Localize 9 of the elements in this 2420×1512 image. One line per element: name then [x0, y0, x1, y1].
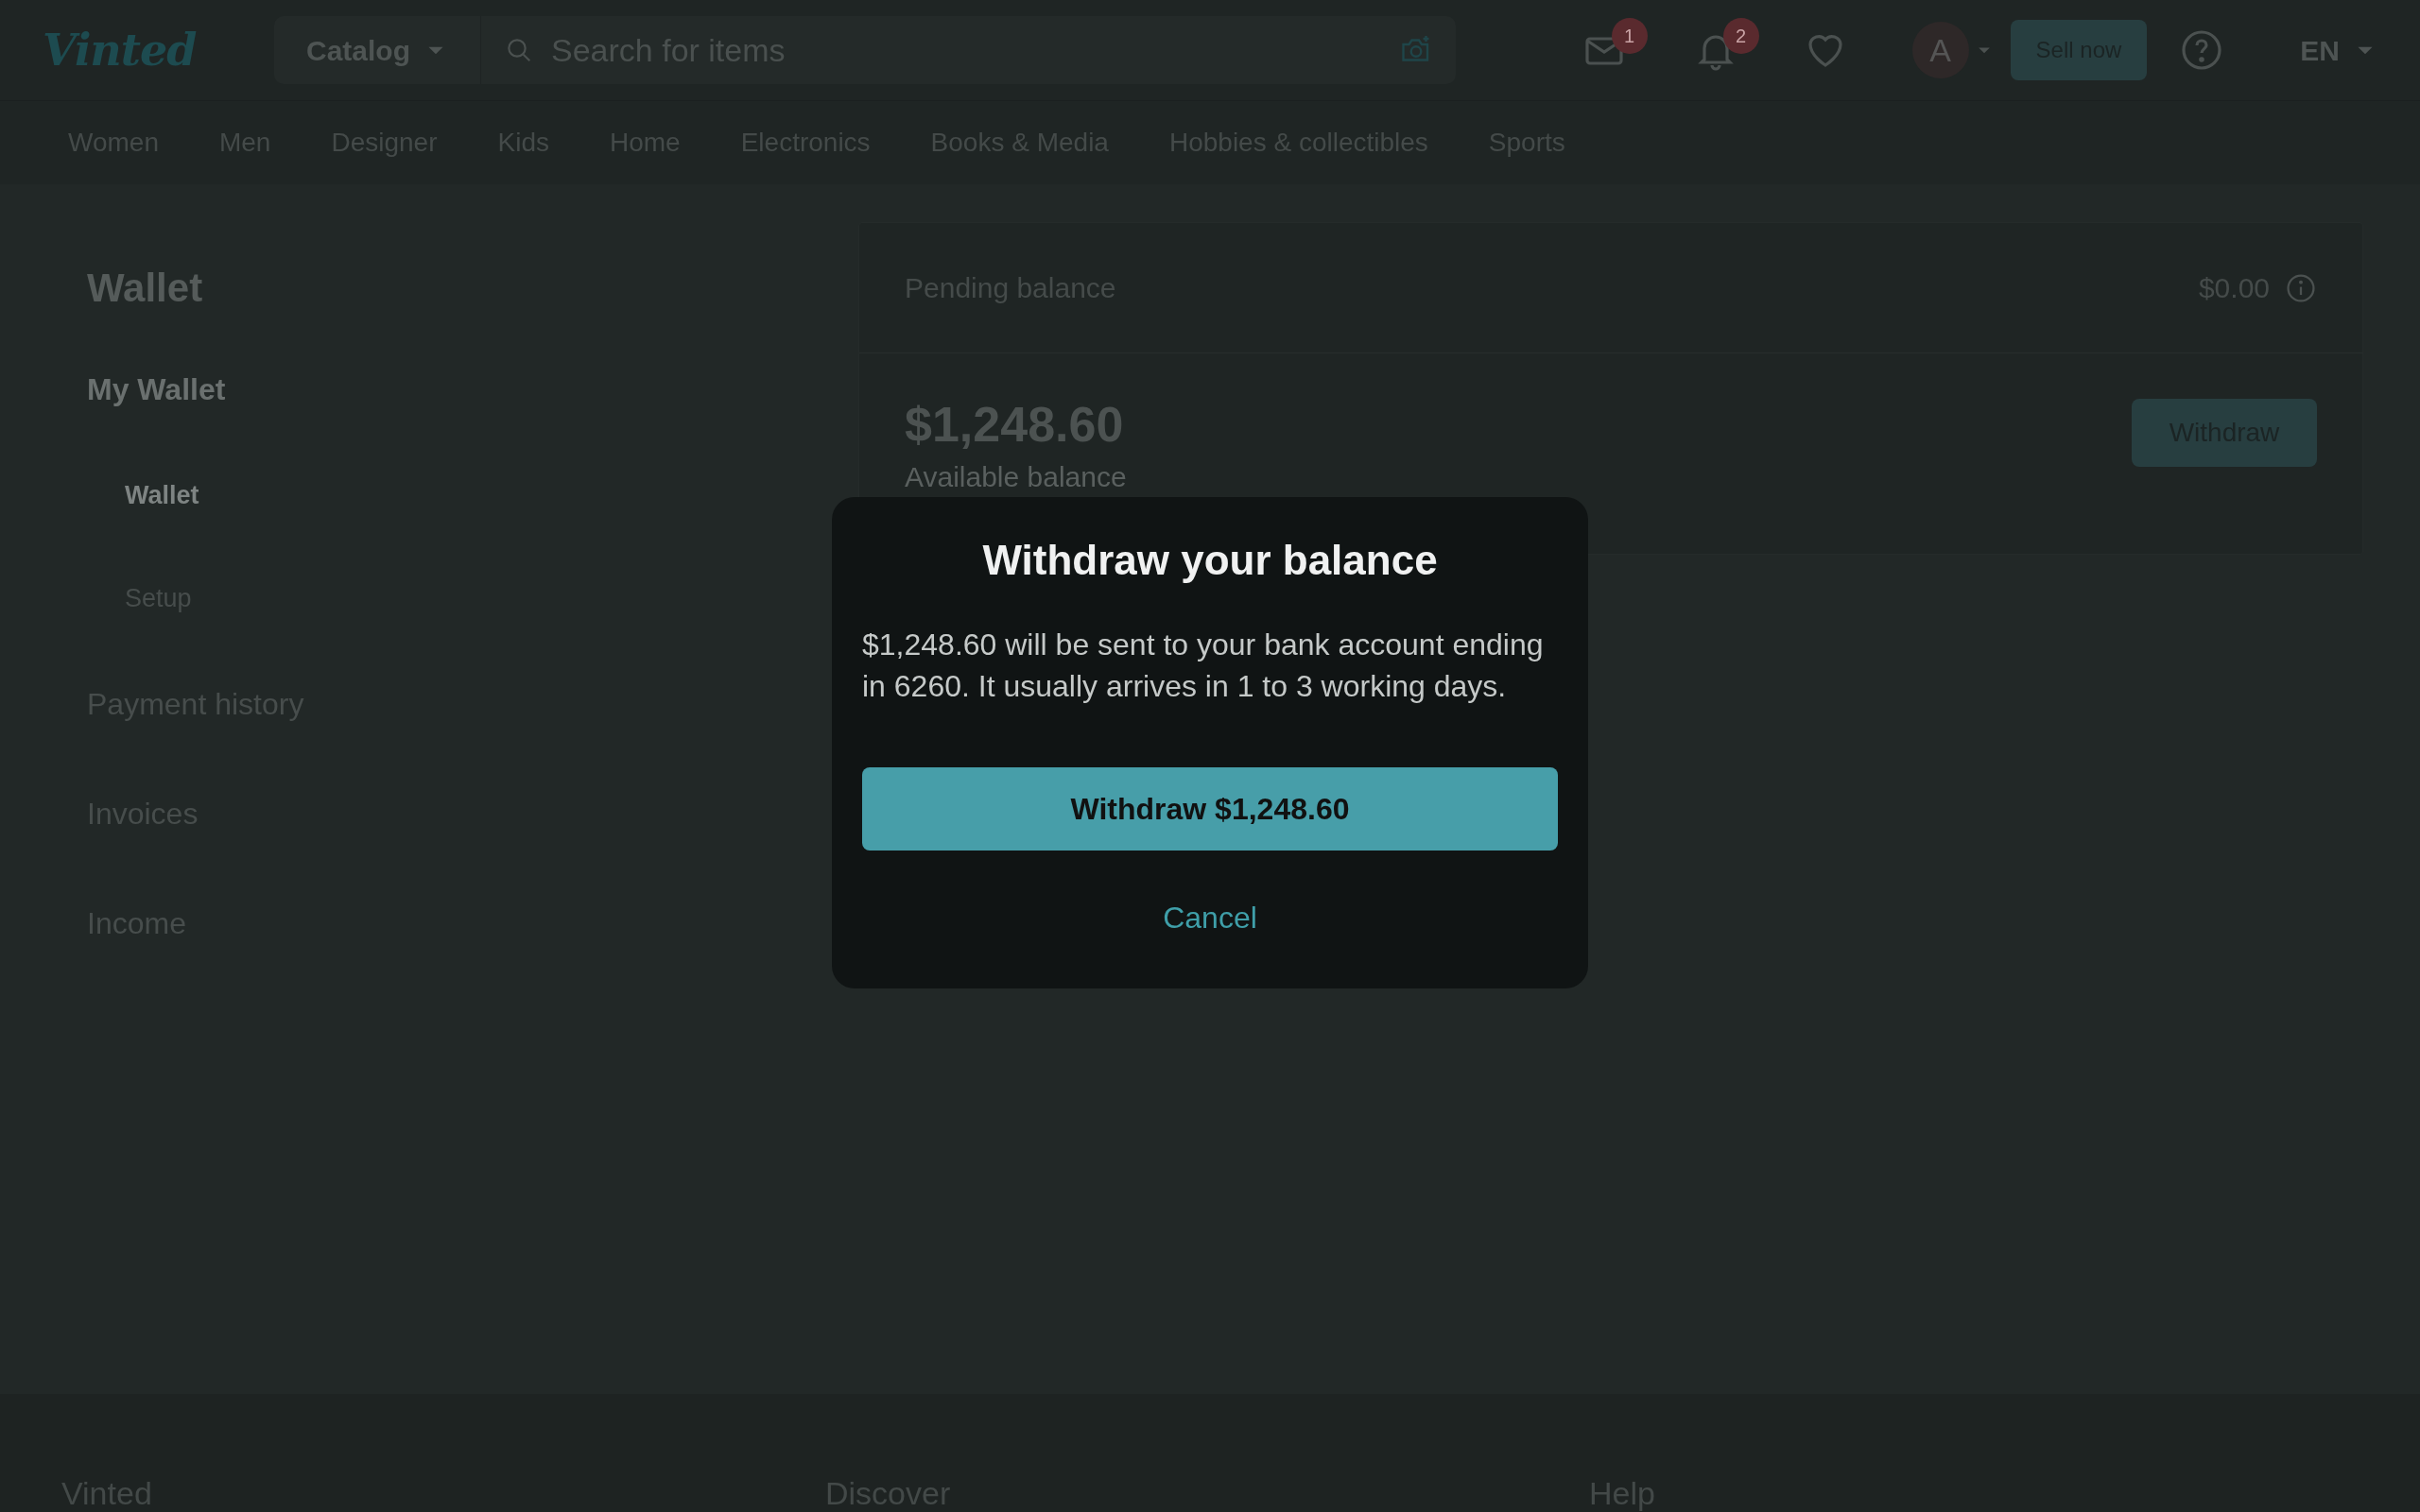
modal-title: Withdraw your balance: [981, 536, 1439, 585]
notification-badge: 2: [1722, 18, 1759, 54]
available-balance-label: Available balance: [905, 461, 1127, 492]
modal-message: $1,248.60 will be sent to your bank account ending in 6260. It usually arrives in 1 to 3 working days.: [862, 627, 1545, 705]
cancel-button[interactable]: Cancel: [1157, 894, 1263, 941]
info-icon[interactable]: [2285, 271, 2317, 304]
notification-badge: 1: [1611, 18, 1648, 54]
sidebar-item[interactable]: My Wallet: [87, 367, 858, 412]
confirm-withdraw-button[interactable]: Withdraw $1,248.60: [862, 767, 1558, 850]
